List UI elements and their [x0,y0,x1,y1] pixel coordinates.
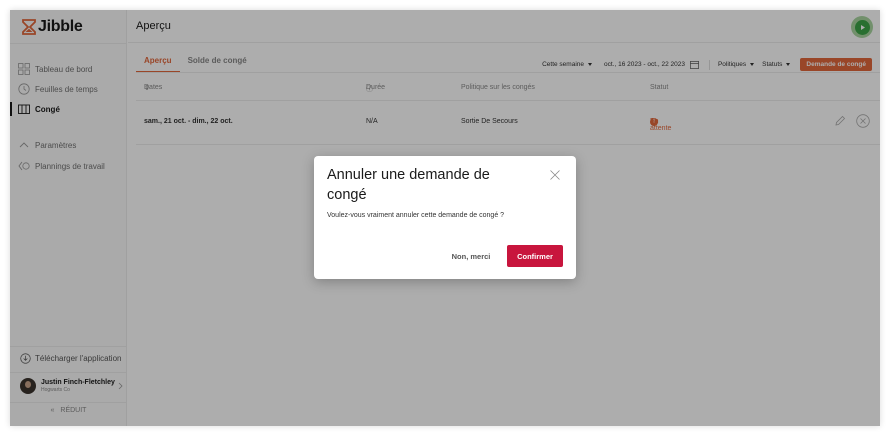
dialog-title: Annuler une demande de congé [327,167,490,203]
decline-button[interactable]: Non, merci [438,245,504,267]
dialog-message: Voulez-vous vraiment annuler cette deman… [327,212,505,219]
confirm-button[interactable]: Confirmer [507,245,563,267]
close-icon[interactable] [549,168,561,180]
app-window: Jibble Tableau de bord Feuilles de temps… [10,10,880,426]
cancel-leave-dialog: Annuler une demande de congé Voulez-vous… [314,156,576,279]
